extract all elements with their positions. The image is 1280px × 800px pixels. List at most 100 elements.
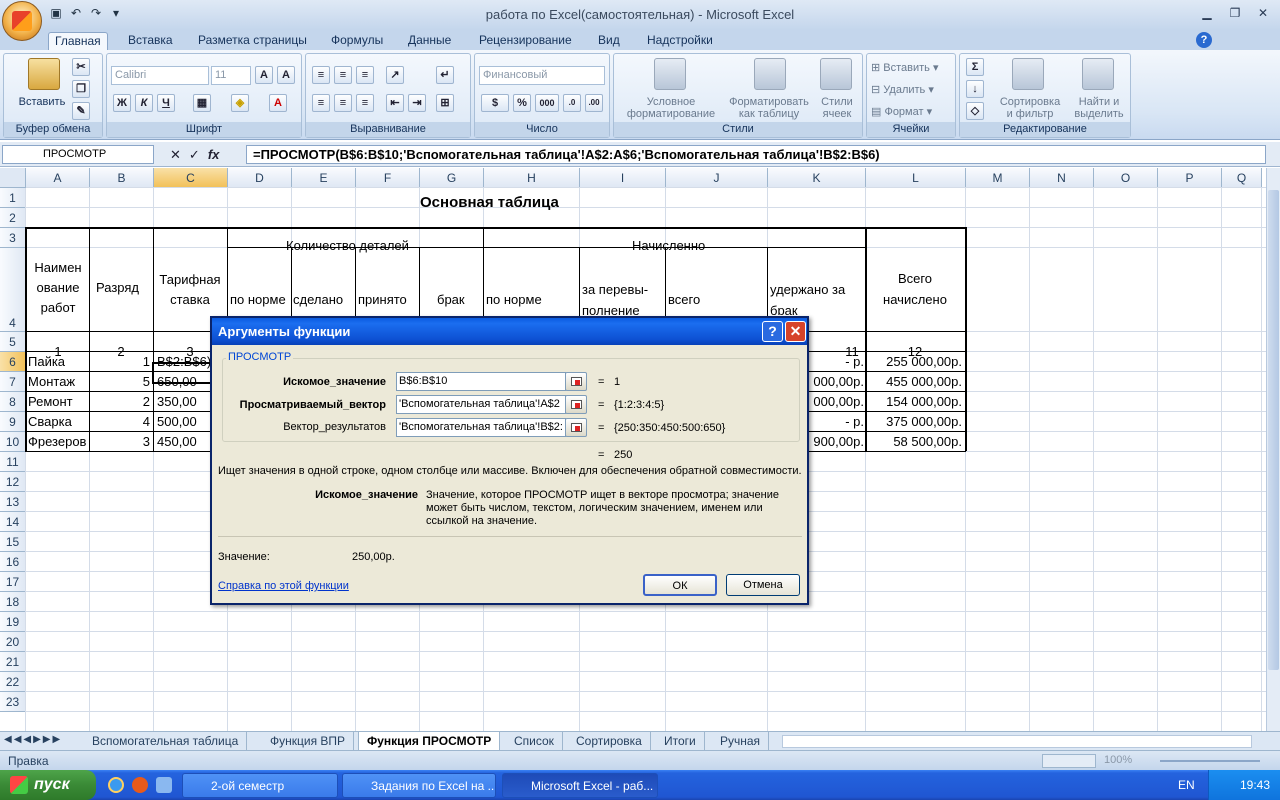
borders-icon[interactable]: ▦ (193, 94, 211, 112)
tab-review[interactable]: Рецензирование (473, 32, 578, 50)
insert-function-icon[interactable]: fx (208, 145, 220, 164)
fill-color-icon[interactable]: ◈ (231, 94, 249, 112)
number-format-select[interactable]: Финансовый (479, 66, 605, 85)
save-icon[interactable]: ▣ (48, 5, 64, 21)
italic-icon[interactable]: К (135, 94, 153, 112)
percent-icon[interactable]: % (513, 94, 531, 112)
tab-addins[interactable]: Надстройки (641, 32, 719, 50)
row-header-12[interactable]: 12 (0, 472, 26, 492)
row-header-8[interactable]: 8 (0, 392, 26, 412)
arg2-collapse-icon[interactable] (565, 395, 587, 414)
dialog-close-icon[interactable]: ✕ (785, 321, 806, 342)
task-word[interactable]: Задания по Excel на ... (342, 773, 496, 798)
column-header-a[interactable]: A (26, 168, 90, 188)
sheet-nav-icon[interactable]: ◀◀◀▶▶▶ (4, 734, 62, 745)
media-icon[interactable] (132, 777, 148, 793)
office-button[interactable] (2, 1, 42, 41)
help-icon[interactable]: ? (1196, 32, 1212, 48)
customize-qat-icon[interactable]: ▾ (108, 5, 124, 21)
clear-icon[interactable]: ◇ (966, 102, 984, 120)
column-header-q[interactable]: Q (1222, 168, 1262, 188)
align-middle-icon[interactable]: ≡ (334, 66, 352, 84)
row-header-19[interactable]: 19 (0, 612, 26, 632)
tab-data[interactable]: Данные (402, 32, 457, 50)
arg1-collapse-icon[interactable] (565, 372, 587, 391)
merge-cells-icon[interactable]: ⊞ (436, 94, 454, 112)
font-color-icon[interactable]: A (269, 94, 287, 112)
row-header-11[interactable]: 11 (0, 452, 26, 472)
column-header-l[interactable]: L (866, 168, 966, 188)
wrap-text-icon[interactable]: ↵ (436, 66, 454, 84)
column-header-j[interactable]: J (666, 168, 768, 188)
align-top-icon[interactable]: ≡ (312, 66, 330, 84)
tab-formulas[interactable]: Формулы (325, 32, 389, 50)
column-header-m[interactable]: M (966, 168, 1030, 188)
select-all-corner[interactable] (0, 168, 26, 188)
cut-icon[interactable]: ✂ (72, 58, 90, 76)
increase-indent-icon[interactable]: ⇥ (408, 94, 426, 112)
close-icon[interactable]: ✕ (1250, 4, 1276, 22)
row-header-1[interactable]: 1 (0, 188, 26, 208)
row-header-14[interactable]: 14 (0, 512, 26, 532)
format-cells-button[interactable]: ▤ Формат ▾ (871, 106, 955, 118)
format-as-table-button[interactable]: Форматировать как таблицу (724, 96, 814, 120)
task-excel[interactable]: Microsoft Excel - раб... (502, 773, 658, 798)
paste-icon[interactable] (28, 58, 60, 90)
fill-icon[interactable]: ↓ (966, 80, 984, 98)
decrease-decimal-icon[interactable]: .00 (585, 94, 603, 112)
row-header-23[interactable]: 23 (0, 692, 26, 712)
cancel-button[interactable]: Отмена (726, 574, 800, 596)
column-header-h[interactable]: H (484, 168, 580, 188)
row-header-22[interactable]: 22 (0, 672, 26, 692)
view-buttons-icon[interactable] (1042, 754, 1096, 768)
language-indicator[interactable]: EN (1178, 778, 1195, 792)
ie-icon[interactable] (108, 777, 124, 793)
restore-icon[interactable]: ❐ (1222, 4, 1248, 22)
sheet-tab-aux[interactable]: Вспомогательная таблица (84, 732, 248, 750)
bold-icon[interactable]: Ж (113, 94, 131, 112)
row-header-3[interactable]: 3 (0, 228, 26, 248)
orientation-icon[interactable]: ↗ (386, 66, 404, 84)
row-header-17[interactable]: 17 (0, 572, 26, 592)
sheet-tab-lookup[interactable]: Функция ПРОСМОТР (358, 732, 501, 750)
row-header-4[interactable]: 4 (0, 248, 26, 332)
name-box[interactable]: ПРОСМОТР (2, 145, 154, 164)
help-link[interactable]: Справка по этой функции (218, 580, 349, 592)
comma-style-icon[interactable]: 000 (535, 94, 559, 112)
arg1-input[interactable]: B$6:B$10 (396, 372, 566, 391)
formula-input[interactable]: =ПРОСМОТР(B$6:B$10;'Вспомогательная табл… (246, 145, 1266, 164)
column-header-i[interactable]: I (580, 168, 666, 188)
redo-icon[interactable]: ↷ (88, 5, 104, 21)
zoom-slider[interactable] (1160, 760, 1260, 762)
autosum-icon[interactable]: Σ (966, 58, 984, 76)
row-header-13[interactable]: 13 (0, 492, 26, 512)
dialog-help-icon[interactable]: ? (762, 321, 783, 342)
align-left-icon[interactable]: ≡ (312, 94, 330, 112)
cell-styles-button[interactable]: Стили ячеек (814, 96, 860, 120)
tab-view[interactable]: Вид (592, 32, 626, 50)
align-right-icon[interactable]: ≡ (356, 94, 374, 112)
find-select-button[interactable]: Найти и выделить (1068, 96, 1130, 120)
tab-home[interactable]: Главная (48, 32, 108, 50)
grow-font-icon[interactable]: A (255, 66, 273, 84)
column-header-k[interactable]: K (768, 168, 866, 188)
conditional-format-button[interactable]: Условное форматирование (616, 96, 726, 120)
row-header-10[interactable]: 10 (0, 432, 26, 452)
task-folder[interactable]: 2-ой семестр (182, 773, 338, 798)
sort-filter-button[interactable]: Сортировка и фильтр (996, 96, 1064, 120)
sheet-tab-list[interactable]: Список (506, 732, 563, 750)
row-header-6[interactable]: 6 (0, 352, 26, 372)
font-name-select[interactable]: Calibri (111, 66, 209, 85)
font-size-select[interactable]: 11 (211, 66, 251, 85)
row-header-15[interactable]: 15 (0, 532, 26, 552)
tab-page-layout[interactable]: Разметка страницы (192, 32, 313, 50)
row-header-21[interactable]: 21 (0, 652, 26, 672)
arg2-input[interactable]: 'Вспомогательная таблица'!A$2 (396, 395, 566, 414)
arg3-collapse-icon[interactable] (565, 418, 587, 437)
column-header-o[interactable]: O (1094, 168, 1158, 188)
align-bottom-icon[interactable]: ≡ (356, 66, 374, 84)
delete-cells-button[interactable]: ⊟ Удалить ▾ (871, 84, 955, 96)
vertical-scroll-thumb[interactable] (1268, 190, 1279, 670)
sheet-tab-sort[interactable]: Сортировка (568, 732, 651, 750)
shrink-font-icon[interactable]: A (277, 66, 295, 84)
